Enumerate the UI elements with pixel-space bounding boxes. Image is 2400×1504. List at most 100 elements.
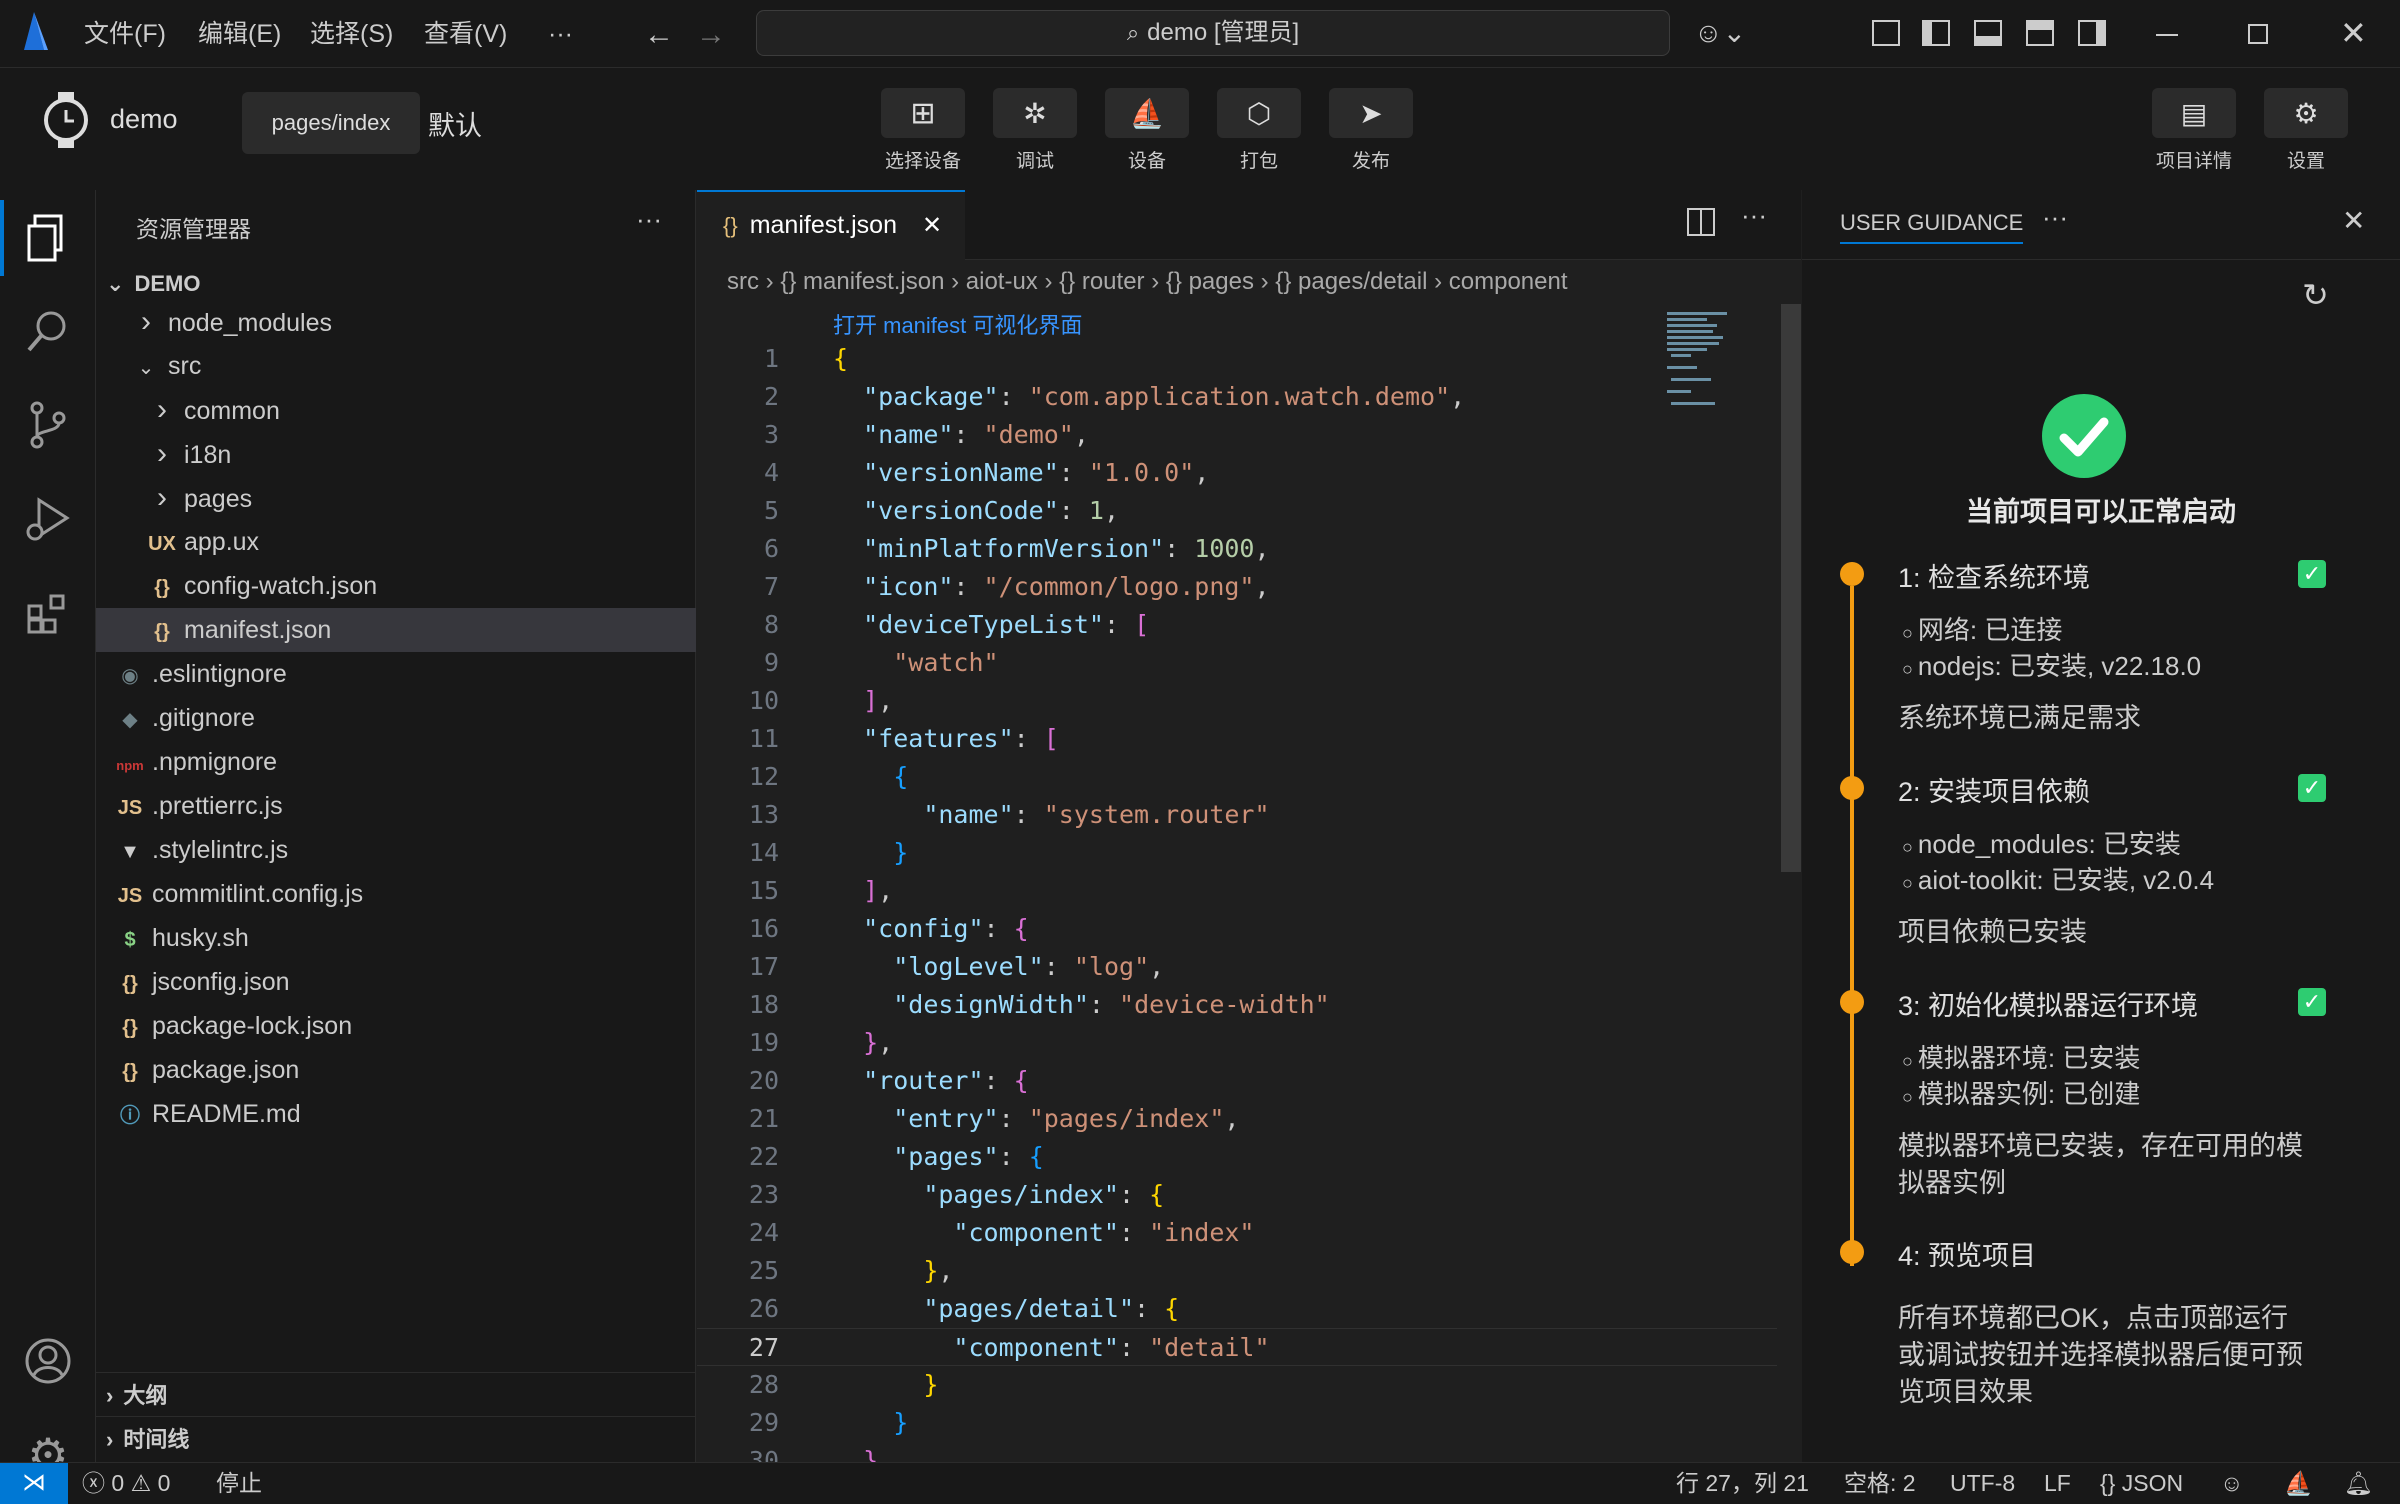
code-line[interactable]: 21 "entry": "pages/index", bbox=[697, 1100, 1777, 1138]
encoding[interactable]: UTF-8 bbox=[1950, 1463, 2015, 1503]
settings-button[interactable]: ⚙ 设置 bbox=[2264, 88, 2348, 174]
code-line[interactable]: 28 } bbox=[697, 1366, 1777, 1404]
tree-item[interactable]: › node_modules bbox=[96, 300, 696, 344]
explorer-more-button[interactable]: ··· bbox=[636, 204, 662, 235]
code-line[interactable]: 11 "features": [ bbox=[697, 720, 1777, 758]
tree-item[interactable]: {} manifest.json bbox=[96, 608, 696, 652]
toggle-primary-sidebar-icon[interactable] bbox=[1922, 20, 1950, 46]
tree-item[interactable]: ▼ .stylelintrc.js bbox=[96, 828, 696, 872]
copilot-icon[interactable]: ☺⌄ bbox=[1694, 16, 1746, 49]
toggle-maximize-editor-icon[interactable] bbox=[2026, 20, 2054, 46]
sail-status-icon[interactable]: ⛵ bbox=[2284, 1463, 2313, 1503]
remote-icon[interactable]: ⋊ bbox=[0, 1463, 68, 1504]
stop-button[interactable]: 停止 bbox=[216, 1463, 262, 1503]
close-tab-icon[interactable]: ✕ bbox=[922, 212, 942, 239]
step-checkbox-icon[interactable]: ✓ bbox=[2298, 774, 2326, 802]
forward-arrow-icon[interactable]: → bbox=[696, 18, 726, 52]
account-icon[interactable] bbox=[0, 1316, 96, 1406]
code-line[interactable]: 3 "name": "demo", bbox=[697, 416, 1777, 454]
code-line[interactable]: 9 "watch" bbox=[697, 644, 1777, 682]
code-line[interactable]: 13 "name": "system.router" bbox=[697, 796, 1777, 834]
explorer-icon[interactable] bbox=[0, 194, 96, 284]
mode-label[interactable]: 默认 bbox=[428, 104, 482, 143]
tree-item[interactable]: $ husky.sh bbox=[96, 916, 696, 960]
code-line[interactable]: 2 "package": "com.application.watch.demo… bbox=[697, 378, 1777, 416]
breadcrumb-item[interactable]: component bbox=[1449, 268, 1568, 295]
code-line[interactable]: 5 "versionCode": 1, bbox=[697, 492, 1777, 530]
problems-indicator[interactable]: ⓧ 0 ⚠ 0 bbox=[82, 1463, 170, 1503]
tree-item[interactable]: npm .npmignore bbox=[96, 740, 696, 784]
guidance-title[interactable]: USER GUIDANCE bbox=[1840, 210, 2024, 244]
breadcrumb-item[interactable]: {} router bbox=[1059, 268, 1144, 295]
back-arrow-icon[interactable]: ← bbox=[644, 18, 674, 52]
tree-item[interactable]: › common bbox=[96, 388, 696, 432]
extensions-icon[interactable] bbox=[0, 568, 96, 658]
command-center[interactable]: ⌕ demo [管理员] bbox=[756, 10, 1670, 56]
menu-edit[interactable]: 编辑(E) bbox=[198, 0, 281, 68]
menu-select[interactable]: 选择(S) bbox=[310, 0, 393, 68]
code-line[interactable]: 19 }, bbox=[697, 1024, 1777, 1062]
breadcrumb-item[interactable]: {} manifest.json bbox=[780, 268, 944, 295]
tree-item[interactable]: ◉ .eslintignore bbox=[96, 652, 696, 696]
layout-customize-icon[interactable] bbox=[1872, 20, 1900, 46]
code-line[interactable]: 29 } bbox=[697, 1404, 1777, 1442]
code-line[interactable]: 8 "deviceTypeList": [ bbox=[697, 606, 1777, 644]
copilot-status-icon[interactable]: ☺ bbox=[2220, 1463, 2243, 1503]
breadcrumb-item[interactable]: src bbox=[727, 268, 759, 295]
page-selector[interactable]: pages/index bbox=[242, 92, 420, 154]
menu-file[interactable]: 文件(F) bbox=[84, 0, 166, 68]
tree-item[interactable]: {} jsconfig.json bbox=[96, 960, 696, 1004]
guidance-more-button[interactable]: ··· bbox=[2042, 202, 2068, 233]
toggle-secondary-sidebar-icon[interactable] bbox=[2078, 20, 2106, 46]
code-line[interactable]: 14 } bbox=[697, 834, 1777, 872]
code-line[interactable]: 1{ bbox=[697, 340, 1777, 378]
tree-item[interactable]: {} config-watch.json bbox=[96, 564, 696, 608]
tree-item[interactable]: {} package-lock.json bbox=[96, 1004, 696, 1048]
indentation[interactable]: 空格: 2 bbox=[1844, 1463, 1916, 1503]
split-editor-icon[interactable] bbox=[1687, 208, 1715, 236]
line-ending[interactable]: LF bbox=[2044, 1463, 2071, 1503]
minimize-icon[interactable] bbox=[2156, 34, 2178, 36]
code-line[interactable]: 17 "logLevel": "log", bbox=[697, 948, 1777, 986]
code-line[interactable]: 12 { bbox=[697, 758, 1777, 796]
timeline-section[interactable]: › 时间线 bbox=[96, 1418, 696, 1462]
cursor-position[interactable]: 行 27，列 21 bbox=[1676, 1463, 1809, 1503]
breadcrumb-item[interactable]: {} pages/detail bbox=[1275, 268, 1427, 295]
tree-item[interactable]: › pages bbox=[96, 476, 696, 520]
tree-item[interactable]: ⓘ README.md bbox=[96, 1092, 696, 1136]
code-line[interactable]: 20 "router": { bbox=[697, 1062, 1777, 1100]
code-line[interactable]: 26 "pages/detail": { bbox=[697, 1290, 1777, 1328]
refresh-icon[interactable]: ↻ bbox=[2302, 276, 2329, 314]
tree-item[interactable]: ⌄ src bbox=[96, 344, 696, 388]
language-mode[interactable]: {} JSON bbox=[2100, 1463, 2183, 1503]
breadcrumb-item[interactable]: aiot-ux bbox=[966, 268, 1038, 295]
code-line[interactable]: 27 "component": "detail" bbox=[697, 1328, 1777, 1366]
tree-item[interactable]: JS commitlint.config.js bbox=[96, 872, 696, 916]
run-debug-icon[interactable] bbox=[0, 474, 96, 564]
tree-item[interactable]: {} package.json bbox=[96, 1048, 696, 1092]
code-line[interactable]: 30 } bbox=[697, 1442, 1777, 1462]
code-line[interactable]: 10 ], bbox=[697, 682, 1777, 720]
scrollbar-thumb[interactable] bbox=[1781, 304, 1801, 872]
minimap[interactable] bbox=[1663, 308, 1747, 418]
code-line[interactable]: 7 "icon": "/common/logo.png", bbox=[697, 568, 1777, 606]
close-panel-icon[interactable]: ✕ bbox=[2342, 204, 2365, 237]
code-line[interactable]: 18 "designWidth": "device-width" bbox=[697, 986, 1777, 1024]
code-line[interactable]: 6 "minPlatformVersion": 1000, bbox=[697, 530, 1777, 568]
code-line[interactable]: 25 }, bbox=[697, 1252, 1777, 1290]
publish-button[interactable]: ➤ 发布 bbox=[1329, 88, 1413, 174]
package-button[interactable]: ⬡ 打包 bbox=[1217, 88, 1301, 174]
codelens-link[interactable]: 打开 manifest 可视化界面 bbox=[833, 308, 1082, 340]
notifications-bell-icon[interactable]: 🔔︎ bbox=[2344, 1463, 2373, 1503]
menu-more[interactable]: ··· bbox=[548, 0, 573, 68]
close-window-icon[interactable]: ✕ bbox=[2340, 14, 2367, 52]
tree-item[interactable]: JS .prettierrc.js bbox=[96, 784, 696, 828]
code-line[interactable]: 15 ], bbox=[697, 872, 1777, 910]
select-device-button[interactable]: ⊞ 选择设备 bbox=[881, 88, 965, 174]
menu-view[interactable]: 查看(V) bbox=[424, 0, 507, 68]
scrollbar-track[interactable] bbox=[1777, 304, 1801, 1462]
maximize-icon[interactable] bbox=[2248, 24, 2268, 44]
outline-section[interactable]: › 大纲 bbox=[96, 1374, 696, 1418]
breadcrumb-item[interactable]: {} pages bbox=[1166, 268, 1254, 295]
tree-item[interactable]: ◆ .gitignore bbox=[96, 696, 696, 740]
